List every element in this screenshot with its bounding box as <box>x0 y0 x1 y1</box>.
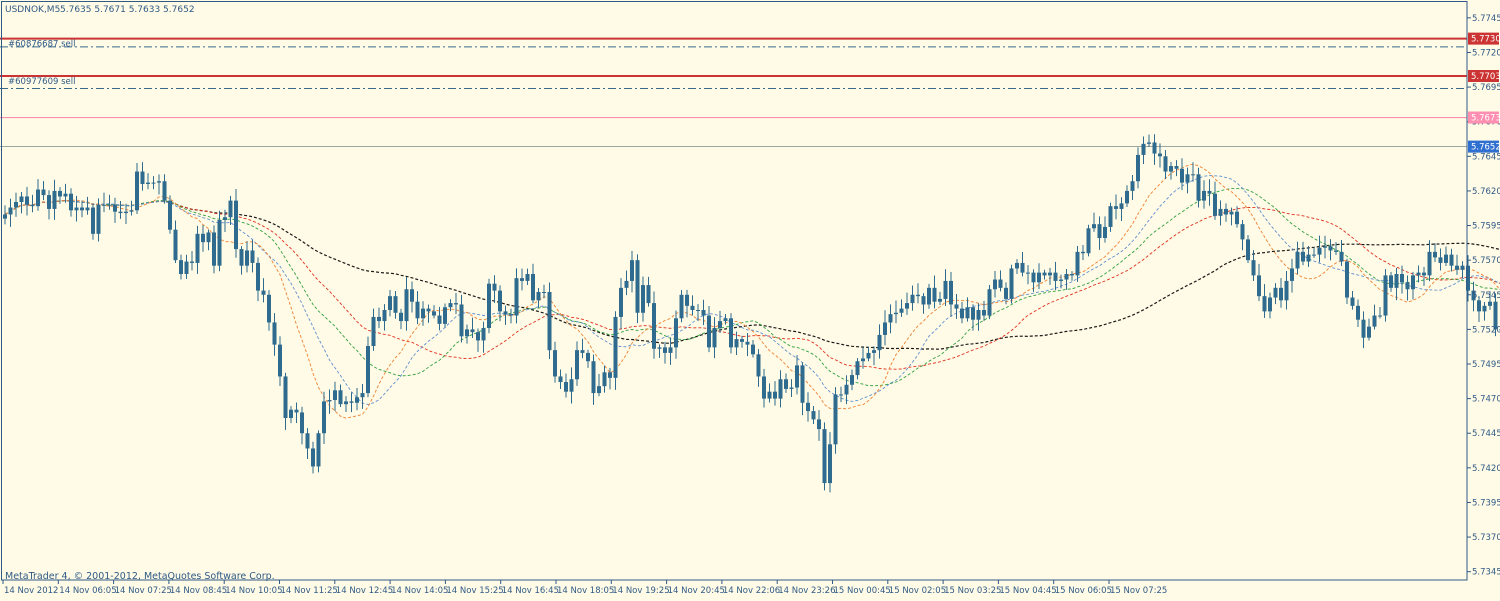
time-tick-label: 14 Nov 16:45 <box>502 586 559 596</box>
candle <box>316 430 321 473</box>
price-label: 5.7652 <box>1468 140 1500 153</box>
candle <box>1086 224 1091 257</box>
time-tick-label: 14 Nov 07:25 <box>115 586 172 596</box>
chart-symbol: USDNOK,M5 <box>5 5 60 15</box>
time-tick-label: 14 Nov 14:05 <box>391 586 448 596</box>
time-tick-label: 14 Nov 19:25 <box>612 586 669 596</box>
candle <box>679 290 684 323</box>
candle <box>1345 258 1349 304</box>
svg-text:5.7703: 5.7703 <box>1471 72 1500 82</box>
time-tick-label: 15 Nov 00:45 <box>834 586 891 596</box>
price-tick-label: 5.7645 <box>1472 152 1500 162</box>
price-label: 5.7673 <box>1468 111 1500 124</box>
price-tick-label: 5.7420 <box>1472 464 1500 474</box>
candle <box>487 278 491 334</box>
time-tick-label: 14 Nov 18:05 <box>557 586 614 596</box>
price-tick-label: 5.7745 <box>1472 14 1500 24</box>
price-tick-label: 5.7570 <box>1472 256 1500 266</box>
candle <box>1383 269 1388 322</box>
svg-text:5.7730: 5.7730 <box>1471 35 1500 45</box>
time-tick-label: 14 Nov 06:05 <box>59 586 116 596</box>
candle <box>987 284 992 320</box>
price-tick-label: 5.7545 <box>1472 291 1500 301</box>
time-tick-label: 15 Nov 02:05 <box>889 586 946 596</box>
time-tick-label: 15 Nov 04:45 <box>999 586 1056 596</box>
time-tick-label: 15 Nov 07:25 <box>1110 586 1167 596</box>
price-label: 5.7730 <box>1468 32 1500 45</box>
time-tick-label: 14 Nov 23:26 <box>778 586 835 596</box>
chart-ohlc: 5.7635 5.7671 5.7633 5.7652 <box>60 5 195 15</box>
time-tick-label: 15 Nov 03:25 <box>944 586 1001 596</box>
price-tick-label: 5.7395 <box>1472 498 1500 508</box>
time-tick-label: 14 Nov 08:45 <box>170 586 227 596</box>
time-tick-label: 14 Nov 20:45 <box>668 586 725 596</box>
price-tick-label: 5.7720 <box>1472 48 1500 58</box>
price-tick-label: 5.7370 <box>1472 533 1500 543</box>
price-tick-label: 5.7520 <box>1472 325 1500 335</box>
price-label: 5.7703 <box>1468 70 1500 82</box>
time-tick-label: 14 Nov 15:25 <box>446 586 503 596</box>
chart-canvas: 5.77455.77205.76955.76705.76455.76205.75… <box>0 0 1500 597</box>
svg-text:5.7652: 5.7652 <box>1471 143 1500 153</box>
candle <box>547 282 552 360</box>
time-tick-label: 14 Nov 22:06 <box>723 586 780 596</box>
time-tick-label: 14 Nov 11:25 <box>281 586 338 596</box>
price-tick-label: 5.7620 <box>1472 187 1500 197</box>
candle <box>822 422 827 491</box>
time-tick-label: 14 Nov 12:45 <box>336 586 393 596</box>
time-tick-label: 14 Nov 10:05 <box>225 586 282 596</box>
price-tick-label: 5.7595 <box>1472 222 1500 232</box>
price-tick-label: 5.7445 <box>1472 429 1500 439</box>
price-tick-label: 5.7695 <box>1472 83 1500 93</box>
candle <box>1009 264 1014 304</box>
order-label: #60876687 sell <box>8 40 75 50</box>
time-tick-label: 14 Nov 2012 <box>4 586 58 596</box>
order-label: #60977609 sell <box>8 77 75 87</box>
chart: 5.77455.77205.76955.76705.76455.76205.75… <box>0 0 1500 597</box>
price-tick-label: 5.7495 <box>1472 360 1500 370</box>
svg-text:5.7673: 5.7673 <box>1471 114 1500 124</box>
candle <box>168 195 172 234</box>
time-tick-label: 15 Nov 06:05 <box>1055 586 1112 596</box>
price-tick-label: 5.7470 <box>1472 395 1500 405</box>
copyright-text: MetaTrader 4, © 2001-2012, MetaQuotes So… <box>5 571 275 582</box>
price-tick-label: 5.7345 <box>1472 568 1500 578</box>
candle <box>833 387 838 454</box>
